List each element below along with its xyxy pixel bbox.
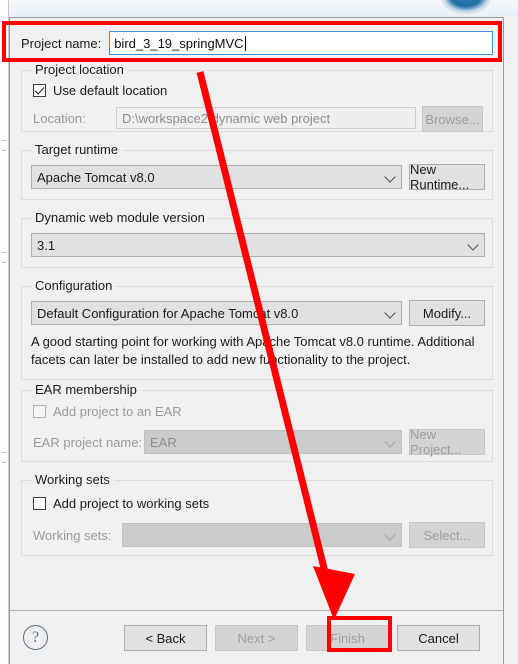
ear-membership-title: EAR membership [31,382,141,397]
use-default-location-checkbox[interactable]: Use default location [33,83,167,98]
button-bar: ? < Back Next > Finish Cancel [10,611,503,664]
select-button: Select... [409,522,485,548]
target-runtime-group: Target runtime Apache Tomcat v8.0 New Ru… [21,142,493,200]
checkbox-box-icon [33,84,46,97]
target-runtime-title: Target runtime [31,142,123,157]
new-dynamic-web-project-dialog: Project name: bird_3_19_springMVC Projec… [9,17,504,664]
chevron-down-icon [468,240,479,251]
next-button: Next > [215,625,298,651]
add-to-ear-label: Add project to an EAR [53,404,182,419]
cancel-button[interactable]: Cancel [397,625,480,651]
project-name-row: Project name: bird_3_19_springMVC [21,30,493,56]
working-sets-title: Working sets [31,472,114,487]
working-sets-group: Working sets Add project to working sets… [21,472,493,556]
location-value: D:\workspace2\dynamic web project [122,110,331,126]
working-sets-combo [122,523,402,547]
workbench-left-strip [0,0,9,664]
project-name-input[interactable]: bird_3_19_springMVC [109,31,493,55]
project-name-value: bird_3_19_springMVC [114,35,244,51]
module-version-title: Dynamic web module version [31,210,209,225]
module-version-value: 3.1 [37,237,56,253]
back-button[interactable]: < Back [124,625,207,651]
chevron-down-icon [385,530,396,541]
add-to-ear-checkbox: Add project to an EAR [33,404,182,419]
ear-project-name-label: EAR project name: [33,435,143,450]
module-version-group: Dynamic web module version 3.1 [21,210,493,268]
chevron-down-icon [385,437,396,448]
configuration-description: A good starting point for working with A… [31,334,475,367]
use-default-location-label: Use default location [53,83,168,98]
project-name-label: Project name: [21,35,102,51]
location-field: D:\workspace2\dynamic web project [116,107,416,129]
configuration-title: Configuration [31,278,117,293]
browse-button: Browse... [422,106,483,132]
chevron-down-icon [385,172,396,183]
add-to-working-sets-label: Add project to working sets [53,496,210,511]
modify-button[interactable]: Modify... [409,300,485,326]
checkbox-box-icon [33,497,46,510]
new-runtime-button[interactable]: New Runtime... [409,162,485,192]
ear-membership-group: EAR membership Add project to an EAR EAR… [21,382,493,462]
chevron-down-icon [385,308,396,319]
project-location-title: Project location [31,62,128,77]
configuration-group: Configuration Default Configuration for … [21,278,493,380]
location-label: Location: [33,111,86,126]
dialog-content-pane: Project name: bird_3_19_springMVC Projec… [10,18,503,610]
working-sets-label: Working sets: [33,528,112,543]
text-caret [244,35,246,51]
configuration-value: Default Configuration for Apache Tomcat … [37,305,299,321]
workbench-top-band [0,0,518,17]
new-project-button: New Project... [409,427,485,457]
module-version-combo[interactable]: 3.1 [31,233,485,257]
target-runtime-value: Apache Tomcat v8.0 [37,169,155,185]
project-location-group: Project location Use default location Lo… [21,62,493,132]
target-runtime-combo[interactable]: Apache Tomcat v8.0 [31,165,402,189]
checkbox-box-icon [33,405,46,418]
configuration-combo[interactable]: Default Configuration for Apache Tomcat … [31,301,402,325]
ear-project-name-combo: EAR [144,430,402,454]
ear-project-name-value: EAR [150,434,177,450]
finish-button: Finish [306,625,389,651]
add-to-working-sets-checkbox[interactable]: Add project to working sets [33,496,209,511]
help-icon[interactable]: ? [23,625,48,650]
